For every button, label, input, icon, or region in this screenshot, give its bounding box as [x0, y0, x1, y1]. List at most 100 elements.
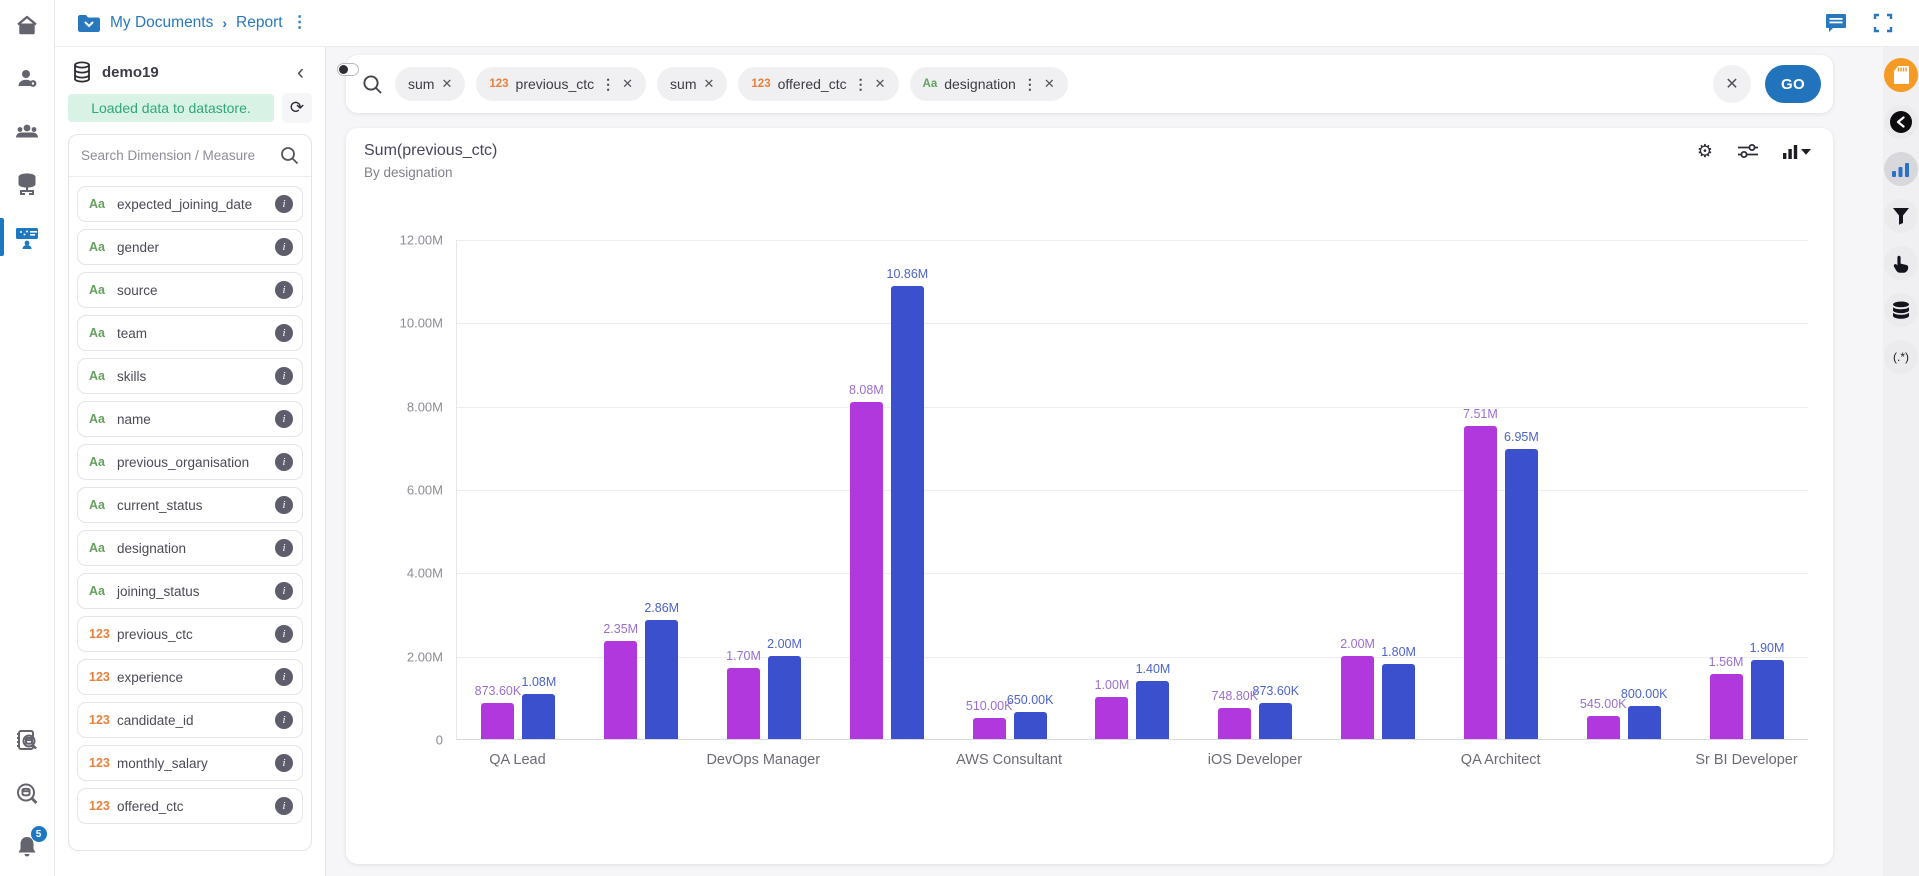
undo-back-icon[interactable]	[1884, 105, 1918, 139]
bar-rect[interactable]	[1586, 716, 1620, 739]
info-icon[interactable]: i	[275, 582, 293, 600]
regex-icon[interactable]: (.*)	[1884, 340, 1918, 374]
field-item-previous_organisation[interactable]: Aa previous_organisation i	[77, 444, 303, 480]
bar-rect[interactable]	[1382, 664, 1416, 739]
clear-query-icon[interactable]: ✕	[1713, 65, 1751, 103]
field-item-joining_status[interactable]: Aa joining_status i	[77, 573, 303, 609]
bar-rect[interactable]	[522, 694, 556, 739]
field-item-team[interactable]: Aa team i	[77, 315, 303, 351]
chip-remove-icon[interactable]: ✕	[622, 76, 633, 92]
datastore-search-icon[interactable]	[0, 771, 55, 817]
info-icon[interactable]: i	[275, 195, 293, 213]
field-item-gender[interactable]: Aa gender i	[77, 229, 303, 265]
info-icon[interactable]: i	[275, 238, 293, 256]
bar-sum(offered_ctc)[interactable]: 2.86M	[644, 601, 679, 739]
breadcrumb-menu-icon[interactable]: ⋮	[292, 15, 308, 31]
fullscreen-icon[interactable]	[1873, 13, 1893, 33]
chart-type-selector-icon[interactable]	[1783, 144, 1811, 159]
info-icon[interactable]: i	[275, 367, 293, 385]
info-icon[interactable]: i	[275, 711, 293, 729]
query-toggle[interactable]	[337, 63, 359, 76]
bar-rect[interactable]	[1095, 697, 1129, 739]
bar-sum(previous_ctc)[interactable]: 748.80K	[1211, 689, 1258, 739]
field-search-input[interactable]	[81, 148, 272, 163]
field-item-skills[interactable]: Aa skills i	[77, 358, 303, 394]
bar-rect[interactable]	[1463, 426, 1497, 739]
search-icon[interactable]	[280, 146, 299, 165]
info-icon[interactable]: i	[275, 668, 293, 686]
bar-sum(offered_ctc)[interactable]: 873.60K	[1252, 684, 1299, 739]
bar-sum(offered_ctc)[interactable]: 6.95M	[1504, 430, 1539, 739]
pointer-hand-icon[interactable]	[1884, 246, 1918, 280]
field-item-designation[interactable]: Aa designation i	[77, 530, 303, 566]
field-item-previous_ctc[interactable]: 123 previous_ctc i	[77, 616, 303, 652]
breadcrumb-folder[interactable]: My Documents	[110, 14, 213, 32]
bar-rect[interactable]	[890, 286, 924, 739]
info-icon[interactable]: i	[275, 625, 293, 643]
users-group-icon[interactable]	[0, 108, 55, 154]
query-chip-sum[interactable]: sum ✕	[395, 67, 466, 101]
query-chip-designation[interactable]: Aa designation ⋮ ✕	[909, 67, 1068, 101]
bar-sum(previous_ctc)[interactable]: 545.00K	[1580, 697, 1627, 739]
field-item-current_status[interactable]: Aa current_status i	[77, 487, 303, 523]
collapse-panel-icon[interactable]: ‹	[293, 62, 308, 83]
bar-sum(offered_ctc)[interactable]: 1.08M	[522, 675, 556, 739]
info-icon[interactable]: i	[275, 539, 293, 557]
notifications-icon[interactable]: 5	[0, 824, 55, 870]
query-chip-offered_ctc[interactable]: 123 offered_ctc ⋮ ✕	[738, 67, 899, 101]
bar-rect[interactable]	[727, 668, 761, 739]
chip-menu-icon[interactable]: ⋮	[1023, 76, 1037, 93]
info-icon[interactable]: i	[275, 797, 293, 815]
bar-sum(previous_ctc)[interactable]: 2.00M	[1340, 637, 1375, 739]
info-icon[interactable]: i	[275, 410, 293, 428]
chip-remove-icon[interactable]: ✕	[441, 76, 452, 92]
filter-funnel-icon[interactable]	[1884, 199, 1918, 233]
bar-rect[interactable]	[768, 656, 802, 739]
bar-rect[interactable]	[645, 620, 679, 739]
query-chip-previous_ctc[interactable]: 123 previous_ctc ⋮ ✕	[476, 67, 647, 101]
bar-rect[interactable]	[1750, 660, 1784, 739]
breadcrumb-page[interactable]: Report	[236, 14, 283, 32]
bar-chart-plot[interactable]: 12.00M 10.00M 8.00M 6.00M 4.00M 2.00M 0 873.60…	[400, 233, 1808, 768]
chip-remove-icon[interactable]: ✕	[875, 76, 886, 92]
storage-card-icon[interactable]	[1884, 58, 1918, 92]
bar-rect[interactable]	[972, 718, 1006, 739]
field-item-source[interactable]: Aa source i	[77, 272, 303, 308]
bar-rect[interactable]	[1013, 712, 1047, 739]
info-icon[interactable]: i	[275, 754, 293, 772]
bar-sum(previous_ctc)[interactable]: 7.51M	[1463, 407, 1498, 739]
bar-sum(offered_ctc)[interactable]: 1.80M	[1381, 645, 1416, 739]
bar-rect[interactable]	[1218, 708, 1252, 739]
info-icon[interactable]: i	[275, 281, 293, 299]
data-server-icon[interactable]	[0, 161, 55, 207]
info-icon[interactable]: i	[275, 324, 293, 342]
bar-rect[interactable]	[1259, 703, 1293, 739]
bar-sum(previous_ctc)[interactable]: 873.60K	[475, 684, 521, 739]
bar-sum(offered_ctc)[interactable]: 800.00K	[1621, 687, 1668, 739]
bar-sum(previous_ctc)[interactable]: 2.35M	[603, 622, 638, 739]
bar-rect[interactable]	[1627, 706, 1661, 739]
info-icon[interactable]: i	[275, 496, 293, 514]
bar-sum(offered_ctc)[interactable]: 650.00K	[1007, 693, 1053, 739]
home-icon[interactable]	[0, 2, 55, 48]
field-item-name[interactable]: Aa name i	[77, 401, 303, 437]
chip-menu-icon[interactable]: ⋮	[601, 76, 615, 93]
bar-sum(previous_ctc)[interactable]: 510.00K	[966, 699, 1012, 739]
refresh-icon[interactable]: ⟳	[282, 93, 312, 123]
go-button[interactable]: GO	[1765, 65, 1821, 103]
bar-sum(offered_ctc)[interactable]: 10.86M	[886, 267, 928, 739]
bar-rect[interactable]	[1709, 674, 1743, 739]
bar-sum(offered_ctc)[interactable]: 1.40M	[1136, 662, 1170, 739]
bar-rect[interactable]	[1136, 681, 1170, 739]
bar-sum(offered_ctc)[interactable]: 1.90M	[1750, 641, 1784, 739]
dashboard-report-icon[interactable]	[0, 214, 55, 260]
folder-icon[interactable]	[77, 14, 101, 33]
query-chip-sum[interactable]: sum ✕	[657, 67, 728, 101]
bar-sum(previous_ctc)[interactable]: 1.56M	[1709, 655, 1743, 739]
database-icon[interactable]	[1884, 293, 1918, 327]
bar-sum(previous_ctc)[interactable]: 1.70M	[726, 649, 761, 739]
comments-icon[interactable]	[1825, 13, 1847, 33]
chip-remove-icon[interactable]: ✕	[704, 76, 715, 92]
bar-sum(offered_ctc)[interactable]: 2.00M	[767, 637, 802, 739]
info-icon[interactable]: i	[275, 453, 293, 471]
